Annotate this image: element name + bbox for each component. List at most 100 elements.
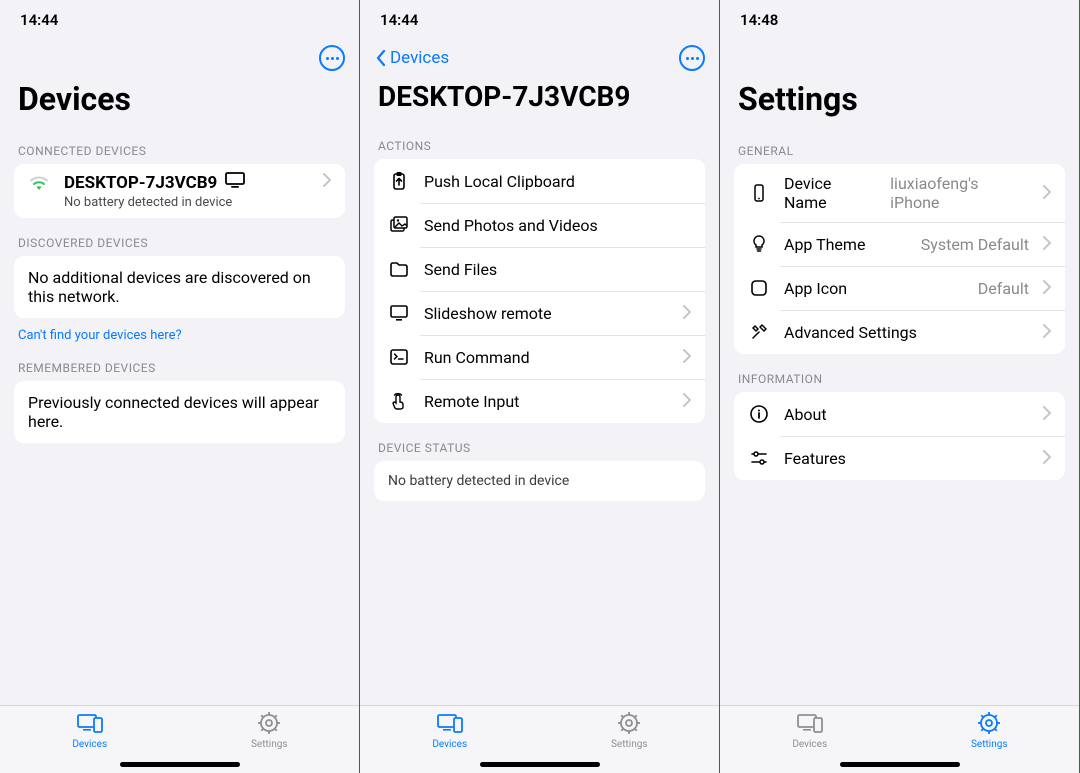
- setting-app-icon[interactable]: App Icon Default: [734, 266, 1065, 310]
- monitor-icon: [225, 172, 245, 193]
- action-remote-input[interactable]: Remote Input: [374, 379, 705, 423]
- chevron-right-icon: [683, 304, 691, 323]
- remembered-empty-text: Previously connected devices will appear…: [14, 381, 345, 443]
- general-group: Device Name liuxiaofeng's iPhone App The…: [734, 164, 1065, 354]
- actions-group: Push Local Clipboard Send Photos and Vid…: [374, 159, 705, 423]
- setting-label: Features: [784, 449, 1029, 468]
- tab-label: Devices: [432, 739, 467, 750]
- back-button[interactable]: Devices: [374, 48, 449, 68]
- chevron-right-icon: [683, 392, 691, 411]
- device-title: DESKTOP-7J3VCB9: [64, 173, 217, 193]
- chevron-right-icon: [1043, 279, 1051, 298]
- nav-bar: [0, 40, 359, 76]
- setting-label: App Theme: [784, 235, 907, 254]
- content-area: GENERAL Device Name liuxiaofeng's iPhone…: [720, 126, 1079, 705]
- content-area: ACTIONS Push Local Clipboard Send Photos…: [360, 121, 719, 705]
- setting-label: Device Name: [784, 174, 876, 212]
- chevron-right-icon: [683, 348, 691, 367]
- lightbulb-icon: [748, 233, 770, 255]
- page-title: DESKTOP-7J3VCB9: [360, 76, 719, 121]
- status-indicators: [687, 11, 699, 29]
- screen-settings: 14:48 Settings GENERAL Device Name liuxi…: [720, 0, 1080, 773]
- remembered-devices-group: Previously connected devices will appear…: [14, 381, 345, 443]
- folder-icon: [388, 258, 410, 280]
- touch-icon: [388, 390, 410, 412]
- tab-label: Devices: [792, 739, 827, 750]
- chevron-right-icon: [323, 172, 331, 191]
- tab-devices[interactable]: Devices: [390, 712, 510, 750]
- wifi-signal-icon: [28, 172, 50, 194]
- setting-label: App Icon: [784, 279, 964, 298]
- page-title: Devices: [0, 76, 359, 126]
- devices-tab-icon: [77, 712, 103, 737]
- discovered-devices-group: No additional devices are discovered on …: [14, 256, 345, 318]
- terminal-icon: [388, 346, 410, 368]
- settings-tab-icon: [256, 712, 282, 737]
- setting-device-name[interactable]: Device Name liuxiaofeng's iPhone: [734, 164, 1065, 222]
- screen-devices-list: 14:44 Devices CONNECTED DEVICES DESKTOP-…: [0, 0, 360, 773]
- section-header-actions: ACTIONS: [360, 131, 719, 159]
- status-indicators: [327, 11, 339, 29]
- setting-label: About: [784, 405, 1029, 424]
- setting-detail: liuxiaofeng's iPhone: [890, 174, 1029, 212]
- clipboard-up-icon: [388, 170, 410, 192]
- status-time: 14:44: [380, 11, 418, 29]
- action-label: Send Files: [424, 260, 691, 279]
- section-header-remembered: REMEMBERED DEVICES: [0, 343, 359, 381]
- tab-settings[interactable]: Settings: [929, 712, 1049, 750]
- action-label: Slideshow remote: [424, 304, 669, 323]
- nav-bar: Devices: [360, 40, 719, 76]
- settings-tab-icon: [616, 712, 642, 737]
- setting-detail: Default: [978, 279, 1029, 298]
- device-status-group: No battery detected in device: [374, 461, 705, 501]
- display-icon: [388, 302, 410, 324]
- more-button[interactable]: [679, 45, 705, 71]
- tab-label: Settings: [971, 739, 1008, 750]
- section-header-information: INFORMATION: [720, 354, 1079, 392]
- home-indicator[interactable]: [480, 762, 600, 767]
- action-send-photos[interactable]: Send Photos and Videos: [374, 203, 705, 247]
- status-bar: 14:44: [360, 0, 719, 40]
- device-status-text: No battery detected in device: [374, 461, 705, 501]
- connected-device-row[interactable]: DESKTOP-7J3VCB9 No battery detected in d…: [14, 164, 345, 218]
- app-icon-icon: [748, 277, 770, 299]
- info-icon: [748, 403, 770, 425]
- tab-label: Devices: [72, 739, 107, 750]
- home-indicator[interactable]: [120, 762, 240, 767]
- photos-icon: [388, 214, 410, 236]
- status-indicators: [1047, 11, 1059, 29]
- setting-advanced[interactable]: Advanced Settings: [734, 310, 1065, 354]
- section-header-general: GENERAL: [720, 136, 1079, 164]
- action-run-command[interactable]: Run Command: [374, 335, 705, 379]
- action-label: Remote Input: [424, 392, 669, 411]
- device-subtitle: No battery detected in device: [64, 195, 309, 210]
- section-header-connected: CONNECTED DEVICES: [0, 136, 359, 164]
- home-indicator[interactable]: [840, 762, 960, 767]
- action-send-files[interactable]: Send Files: [374, 247, 705, 291]
- setting-label: Advanced Settings: [784, 323, 1029, 342]
- devices-tab-icon: [797, 712, 823, 737]
- nav-bar: [720, 40, 1079, 76]
- section-header-discovered: DISCOVERED DEVICES: [0, 218, 359, 256]
- action-push-clipboard[interactable]: Push Local Clipboard: [374, 159, 705, 203]
- section-header-status: DEVICE STATUS: [360, 423, 719, 461]
- devices-tab-icon: [437, 712, 463, 737]
- setting-features[interactable]: Features: [734, 436, 1065, 480]
- status-time: 14:44: [20, 11, 58, 29]
- status-bar: 14:48: [720, 0, 1079, 40]
- discovery-help-link[interactable]: Can't find your devices here?: [0, 318, 359, 343]
- chevron-right-icon: [1043, 235, 1051, 254]
- tab-settings[interactable]: Settings: [209, 712, 329, 750]
- setting-app-theme[interactable]: App Theme System Default: [734, 222, 1065, 266]
- connected-devices-group: DESKTOP-7J3VCB9 No battery detected in d…: [14, 164, 345, 218]
- information-group: About Features: [734, 392, 1065, 480]
- tab-devices[interactable]: Devices: [30, 712, 150, 750]
- chevron-right-icon: [1043, 449, 1051, 468]
- tab-devices[interactable]: Devices: [750, 712, 870, 750]
- status-bar: 14:44: [0, 0, 359, 40]
- action-slideshow-remote[interactable]: Slideshow remote: [374, 291, 705, 335]
- tab-settings[interactable]: Settings: [569, 712, 689, 750]
- tools-icon: [748, 321, 770, 343]
- more-button[interactable]: [319, 45, 345, 71]
- setting-about[interactable]: About: [734, 392, 1065, 436]
